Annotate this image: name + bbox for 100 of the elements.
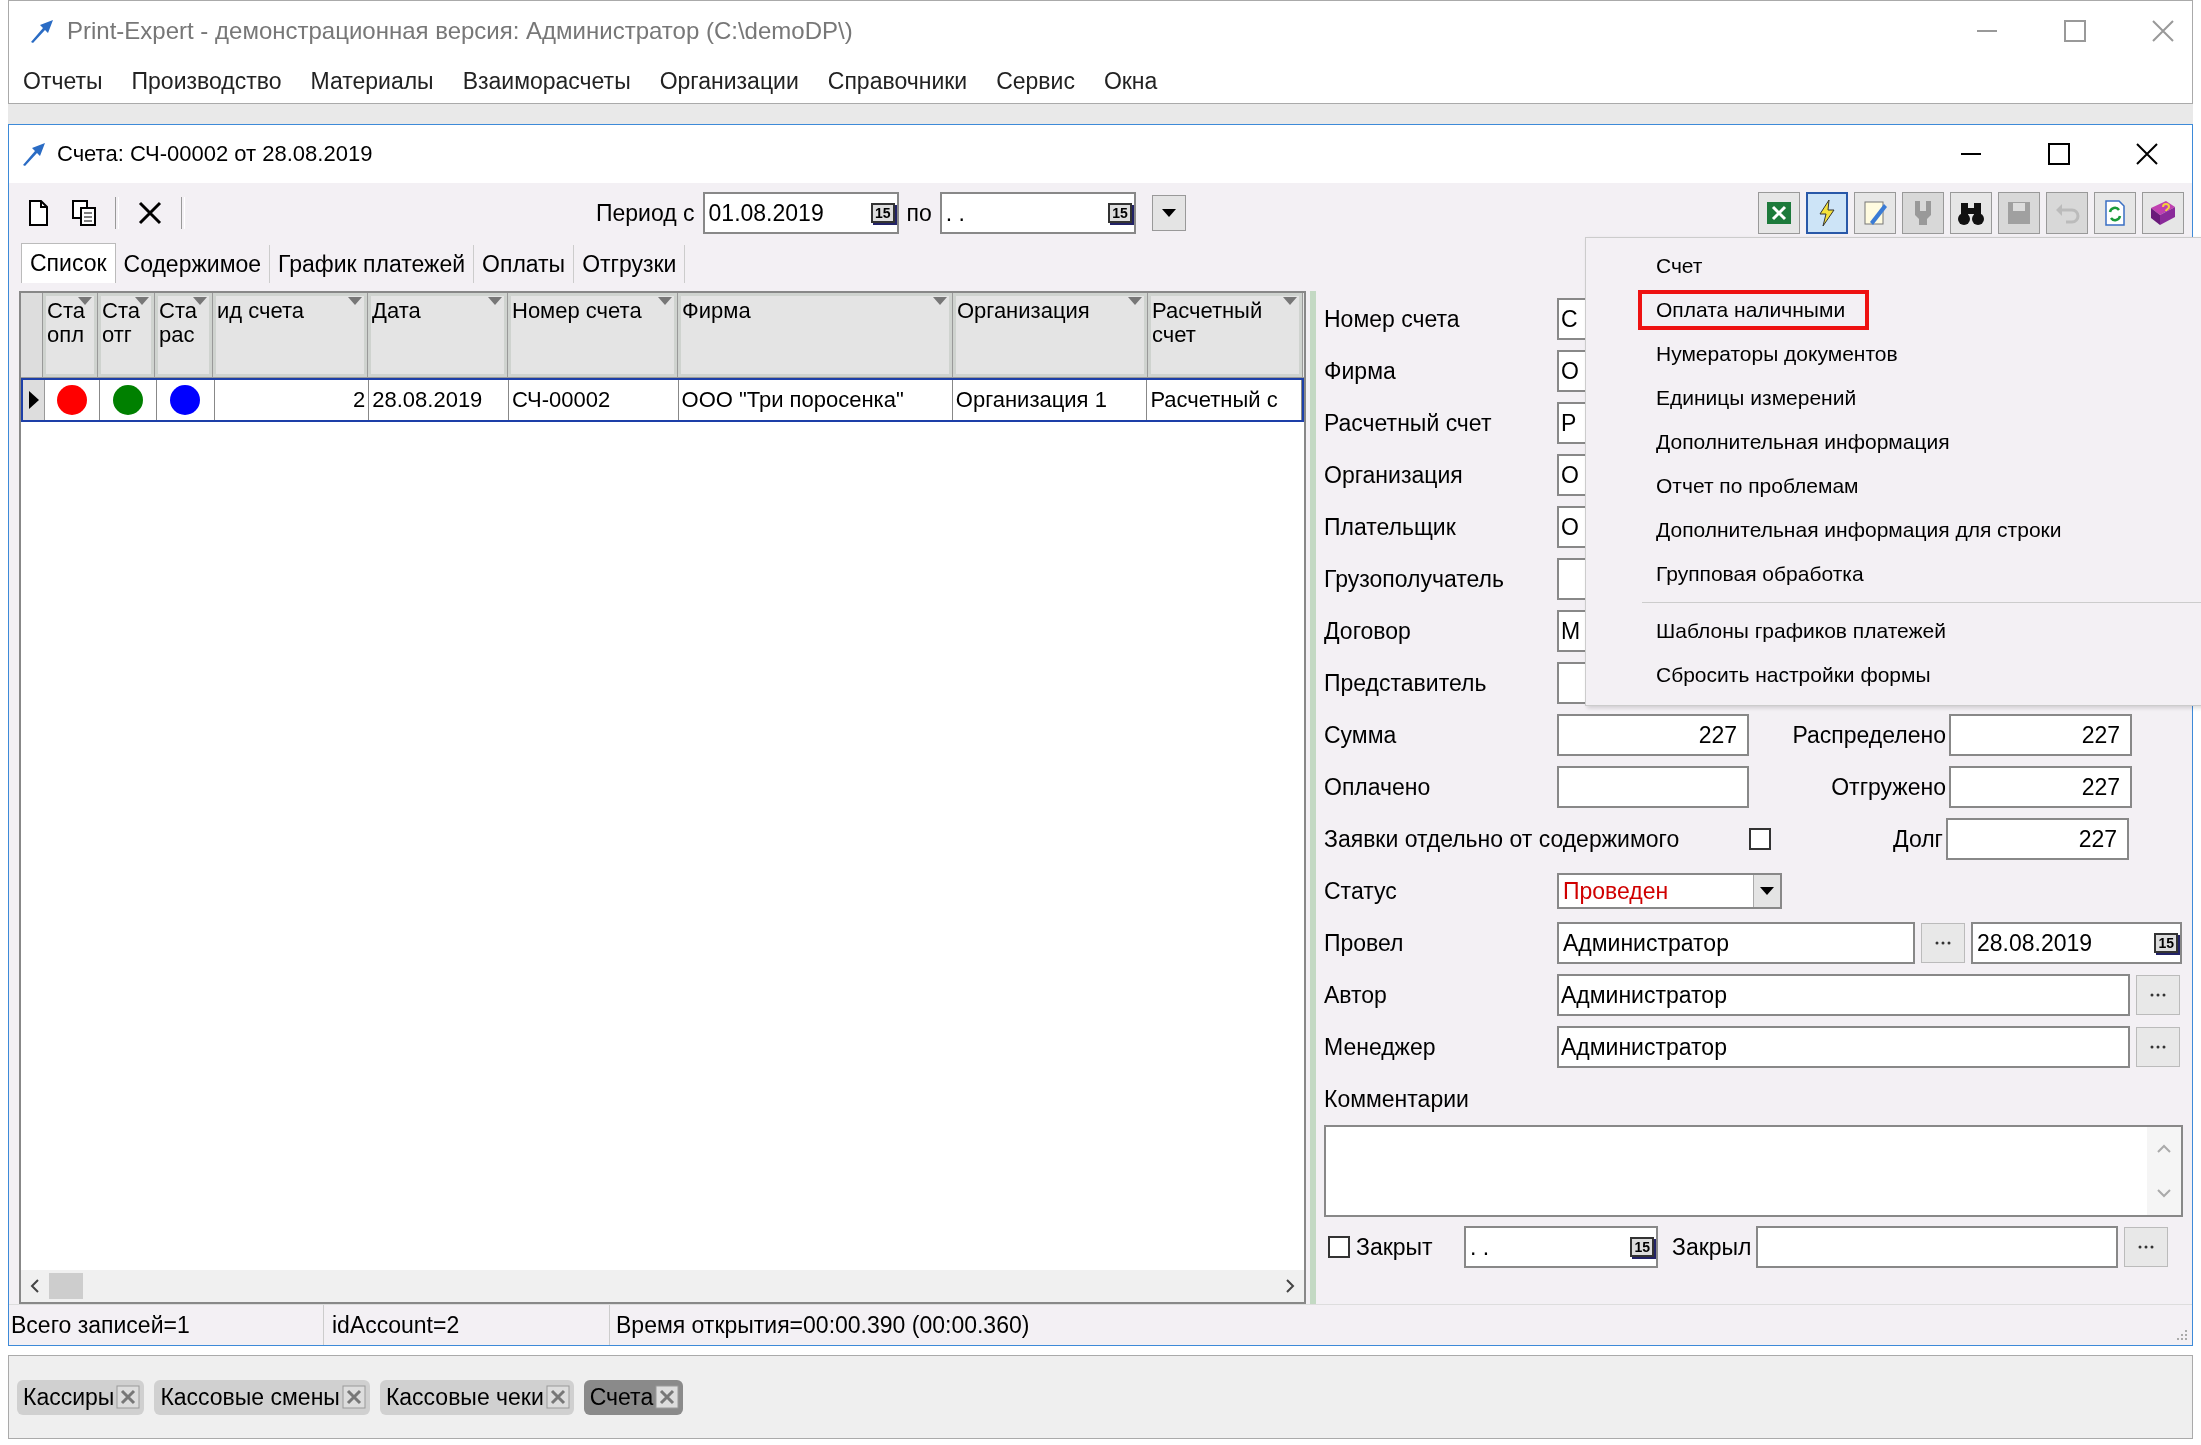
help-book-icon[interactable] [2142,192,2184,234]
column-header[interactable]: Ста рас [155,293,213,377]
close-tab-icon[interactable] [655,1385,680,1409]
maximize-button[interactable] [2046,141,2072,167]
filter-arrow-icon[interactable] [1283,297,1297,305]
scrollbar-thumb[interactable] [49,1273,83,1299]
menu-item[interactable]: Отчет по проблемам [1586,464,2201,508]
tab[interactable]: Список [21,243,116,283]
field-label: Провел [1324,929,1405,957]
date-field[interactable]: . . 15 [1464,1226,1658,1268]
input-field[interactable]: 227 [1949,766,2132,808]
calendar-button[interactable]: 15 [2154,933,2178,953]
calendar-button[interactable]: 15 [1630,1237,1654,1257]
field-label: Автор [1324,981,1388,1009]
menu-item[interactable]: Групповая обработка [1586,552,2201,596]
field-label: Менеджер [1324,1033,1437,1061]
filter-arrow-icon[interactable] [78,297,92,305]
filter-arrow-icon[interactable] [348,297,362,305]
status-text: Всего записей=1 [9,1305,324,1345]
table-cell: ООО "Три поросенка" [678,380,953,420]
notepad-pencil-icon[interactable] [1854,192,1896,234]
field-label: Договор [1324,617,1412,645]
caret-icon [1161,209,1176,217]
checkbox[interactable] [1749,828,1771,850]
field-label: Расчетный счет [1324,409,1493,437]
menu-item[interactable]: Дополнительная информация для строки [1586,508,2201,552]
menu-item[interactable]: Справочники [827,68,968,95]
period-label: Период с [596,199,695,227]
input-field[interactable] [1755,1226,2118,1268]
column-header[interactable]: Дата [368,293,508,377]
table-cell: Организация 1 [952,380,1148,420]
comments-field[interactable] [1324,1125,2183,1217]
filter-arrow-icon[interactable] [135,297,149,305]
menu-item[interactable]: Единицы измерений [1586,376,2201,420]
input-field[interactable] [1557,766,1749,808]
date-field[interactable]: 01.08.2019 15 [702,192,899,234]
input-field[interactable]: 227 [1949,714,2132,756]
menu-item[interactable]: Шаблоны графиков платежей [1586,609,2201,653]
ellipsis-icon [2136,1244,2155,1250]
filter-arrow-icon[interactable] [1128,297,1142,305]
input-field[interactable]: Администратор [1557,1026,2130,1068]
menu-item[interactable]: Отчеты [23,68,103,95]
menu-item[interactable]: Нумераторы документов [1586,332,2201,376]
checkbox[interactable] [1328,1236,1350,1258]
row-pointer-icon [28,391,39,409]
menu-item[interactable]: Организации [659,68,799,95]
date-field[interactable]: . . 15 [939,192,1136,234]
table-cell: Расчетный с [1147,380,1302,420]
filter-arrow-icon[interactable] [488,297,502,305]
column-header[interactable]: Номер счета [508,293,678,377]
calendar-button[interactable]: 15 [1108,203,1132,223]
filter-arrow-icon[interactable] [193,297,207,305]
date-field[interactable]: 28.08.2019 15 [1971,922,2182,964]
column-header[interactable]: Ста отг [98,293,155,377]
close-button[interactable] [2134,141,2160,167]
menu-item[interactable]: Взаиморасчеты [462,68,631,95]
menu-item[interactable]: Производство [131,68,282,95]
scroll-right-icon[interactable] [1284,1278,1296,1294]
dropdown-button[interactable] [1151,195,1186,231]
field-label: Распределено [1791,721,1947,749]
refresh-document-icon[interactable] [2094,192,2136,234]
spreadsheet-icon[interactable] [1758,192,1800,234]
input-field[interactable]: 227 [1557,714,1749,756]
lightning-icon[interactable] [1806,192,1848,234]
scroll-down-icon[interactable] [2156,1188,2172,1198]
column-header[interactable]: ид счета [213,293,368,377]
status-dropdown[interactable]: Проведен [1557,873,1782,909]
row-header[interactable] [23,380,45,420]
window-title: Print-Expert - демонстрационная версия: Администратор (C:\demoDP\) [67,16,853,45]
window-title: Счета: СЧ-00002 от 28.08.2019 [57,141,373,167]
menu-item[interactable]: Материалы [310,68,434,95]
input-field[interactable]: Администратор [1557,974,2130,1016]
menu-item[interactable]: Счет [1586,244,2201,288]
field-label: Представитель [1324,669,1488,697]
input-field[interactable]: Администратор [1557,922,1915,964]
field-label: Грузополучатель [1324,565,1505,593]
column-header[interactable]: Ста опл [43,293,98,377]
table-row[interactable]: 2 28.08.2019 СЧ-00002 ООО "Три поросенка" Организация 1 Расчетный с [21,378,1304,422]
app-icon [29,17,55,44]
scroll-up-icon[interactable] [2156,1144,2172,1154]
menu-item[interactable]: Сбросить настройки формы [1586,653,2201,697]
filter-arrow-icon[interactable] [933,297,947,305]
field-label: Оплачено [1324,773,1432,801]
close-tab-icon[interactable] [545,1385,570,1409]
input-field[interactable]: 227 [1946,818,2129,860]
close-tab-icon[interactable] [341,1385,366,1409]
filter-arrow-icon[interactable] [658,297,672,305]
horizontal-scrollbar[interactable] [21,1270,1304,1302]
menu-item[interactable]: Окна [1103,68,1158,95]
close-tab-icon[interactable] [116,1385,141,1409]
binoculars-icon[interactable] [1950,192,1992,234]
menu-item[interactable]: Сервис [996,68,1075,95]
column-header[interactable]: Расчетный счет [1148,293,1303,377]
scroll-left-icon[interactable] [29,1278,41,1294]
column-header[interactable]: Организация [953,293,1148,377]
checkbox-label: Закрыт [1356,1233,1434,1261]
menu-item[interactable]: Оплата наличными [1586,288,2201,332]
column-header[interactable]: Фирма [678,293,953,377]
menu-item[interactable]: Дополнительная информация [1586,420,2201,464]
calendar-button[interactable]: 15 [871,203,895,223]
